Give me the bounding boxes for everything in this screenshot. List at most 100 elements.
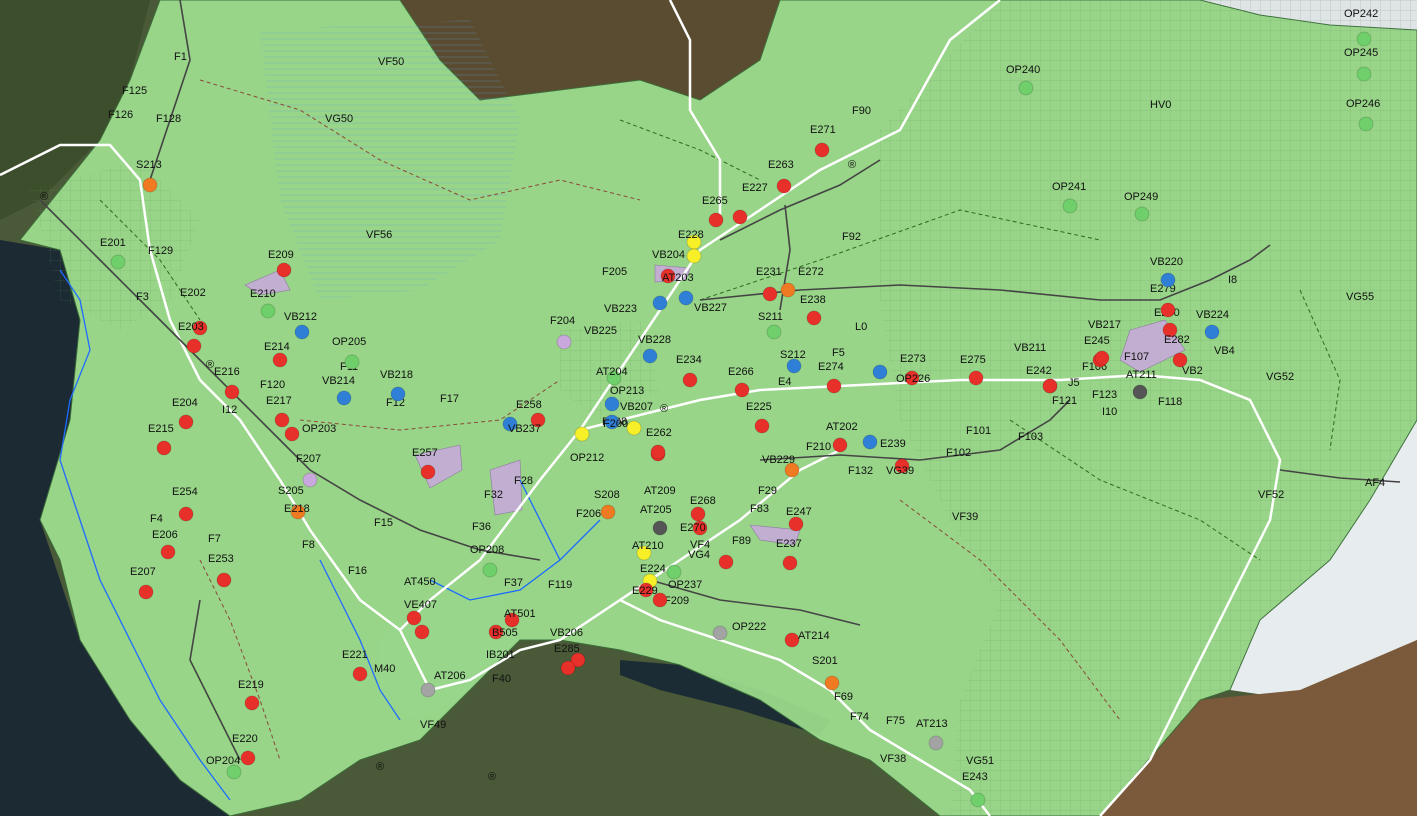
site-marker[interactable] (556, 334, 572, 350)
site-marker[interactable] (574, 426, 590, 442)
site-marker[interactable] (272, 352, 288, 368)
site-marker[interactable] (1356, 31, 1372, 47)
site-marker[interactable] (652, 592, 668, 608)
site-marker[interactable] (826, 378, 842, 394)
site-marker-label: AT210 (632, 540, 664, 552)
site-marker-label: E273 (900, 353, 926, 365)
site-marker[interactable] (224, 384, 240, 400)
site-marker[interactable] (216, 572, 232, 588)
site-marker[interactable] (276, 262, 292, 278)
site-marker[interactable] (734, 382, 750, 398)
site-marker[interactable] (666, 564, 682, 580)
site-marker[interactable] (690, 506, 706, 522)
site-marker[interactable] (626, 420, 642, 436)
site-marker[interactable] (832, 437, 848, 453)
site-marker[interactable] (186, 338, 202, 354)
site-marker[interactable] (352, 666, 368, 682)
site-marker[interactable] (600, 504, 616, 520)
site-marker[interactable] (1094, 350, 1110, 366)
site-marker[interactable] (226, 764, 242, 780)
site-marker[interactable] (928, 735, 944, 751)
zone-label: F102 (946, 447, 971, 459)
site-marker[interactable] (178, 506, 194, 522)
site-marker[interactable] (650, 444, 666, 460)
site-marker[interactable] (762, 286, 778, 302)
site-marker[interactable] (420, 682, 436, 698)
site-marker[interactable] (766, 324, 782, 340)
site-marker[interactable] (788, 516, 804, 532)
site-marker[interactable] (390, 386, 406, 402)
site-marker[interactable] (156, 440, 172, 456)
site-marker[interactable] (642, 348, 658, 364)
site-marker[interactable] (406, 610, 422, 626)
site-marker[interactable] (862, 434, 878, 450)
site-marker[interactable] (294, 324, 310, 340)
site-marker[interactable] (260, 303, 276, 319)
site-marker[interactable] (872, 364, 888, 380)
site-marker[interactable] (780, 282, 796, 298)
site-marker[interactable] (712, 625, 728, 641)
site-marker-label: E253 (208, 553, 234, 565)
site-marker[interactable] (718, 554, 734, 570)
site-marker[interactable] (806, 310, 822, 326)
site-marker[interactable] (284, 426, 300, 442)
zone-label: VF49 (420, 719, 446, 731)
site-marker[interactable] (560, 660, 576, 676)
site-marker[interactable] (814, 142, 830, 158)
site-marker[interactable] (604, 396, 620, 412)
site-marker-label: E225 (746, 401, 772, 413)
site-marker[interactable] (708, 212, 724, 228)
site-marker[interactable] (420, 464, 436, 480)
site-marker[interactable] (968, 370, 984, 386)
site-marker[interactable] (652, 520, 668, 536)
site-marker-label: VB220 (1150, 256, 1183, 268)
site-marker[interactable] (782, 555, 798, 571)
site-marker[interactable] (1356, 66, 1372, 82)
site-marker[interactable] (652, 295, 668, 311)
site-marker[interactable] (1204, 324, 1220, 340)
site-marker[interactable] (138, 584, 154, 600)
site-marker-label: E275 (960, 354, 986, 366)
zone-label: F210 (806, 441, 831, 453)
site-marker-label: AT501 (504, 608, 536, 620)
site-marker[interactable] (1160, 272, 1176, 288)
site-marker[interactable] (732, 209, 748, 225)
site-marker[interactable] (240, 750, 256, 766)
site-marker[interactable] (482, 562, 498, 578)
site-marker-label: VB206 (550, 627, 583, 639)
site-marker[interactable] (824, 675, 840, 691)
site-marker[interactable] (1172, 352, 1188, 368)
zone-label: F125 (122, 85, 147, 97)
site-marker-label: E206 (152, 529, 178, 541)
site-marker[interactable] (784, 632, 800, 648)
site-marker[interactable] (776, 178, 792, 194)
site-marker[interactable] (344, 354, 360, 370)
site-marker-label: E268 (690, 495, 716, 507)
site-marker[interactable] (336, 390, 352, 406)
site-marker[interactable] (754, 418, 770, 434)
site-marker[interactable] (1062, 198, 1078, 214)
site-marker[interactable] (244, 695, 260, 711)
site-marker[interactable] (110, 254, 126, 270)
site-marker[interactable] (682, 372, 698, 388)
site-marker[interactable] (302, 472, 318, 488)
site-marker[interactable] (970, 792, 986, 808)
zone-label: VG55 (1346, 291, 1374, 303)
zone-label: F128 (156, 113, 181, 125)
site-marker[interactable] (1132, 384, 1148, 400)
site-marker[interactable] (786, 358, 802, 374)
site-marker[interactable] (1018, 80, 1034, 96)
site-marker[interactable] (678, 290, 694, 306)
site-marker[interactable] (686, 248, 702, 264)
site-marker[interactable] (160, 544, 176, 560)
map-canvas[interactable]: ® ® ® ® ® ® VF50 VG50 VF56 HV0 VG55 VG52 VF52 AF4 VF3… (0, 0, 1417, 816)
site-marker[interactable] (274, 412, 290, 428)
site-marker[interactable] (414, 624, 430, 640)
site-marker[interactable] (1358, 116, 1374, 132)
site-marker[interactable] (142, 177, 158, 193)
site-marker[interactable] (1160, 302, 1176, 318)
zone-label: VF52 (1258, 489, 1284, 501)
site-marker[interactable] (1134, 206, 1150, 222)
site-marker[interactable] (1042, 378, 1058, 394)
site-marker[interactable] (178, 414, 194, 430)
